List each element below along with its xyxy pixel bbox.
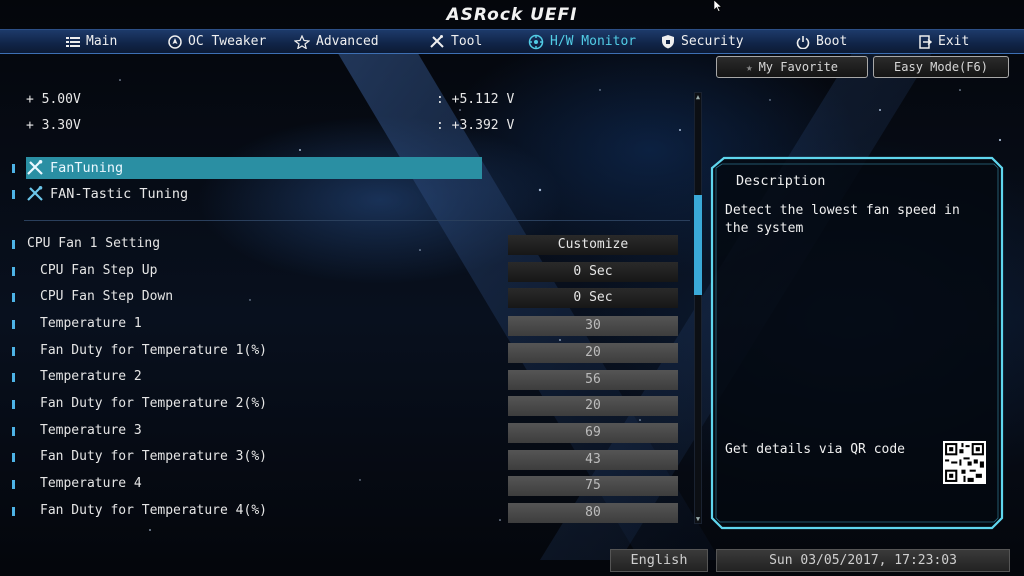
row-marker (12, 480, 15, 489)
section-divider (24, 220, 690, 221)
fan-duty-temp-3-label: Fan Duty for Temperature 3(%) (40, 449, 267, 464)
tab-tool[interactable]: Tool (429, 30, 482, 53)
temperature-2-value[interactable]: 56 (508, 370, 678, 390)
voltage-3v3-label: + 3.30V (26, 118, 81, 133)
fan-duty-temp-2-value[interactable]: 20 (508, 396, 678, 416)
tools-icon (430, 34, 444, 48)
temperature-4-label: Temperature 4 (40, 476, 142, 491)
power-icon (796, 35, 810, 49)
fan-duty-temp-3-value[interactable]: 43 (508, 450, 678, 470)
list-icon (66, 36, 80, 47)
tab-main-label: Main (86, 34, 118, 49)
my-favorite-label: My Favorite (758, 60, 839, 74)
scrollbar-thumb[interactable] (694, 195, 702, 295)
tab-security-label: Security (681, 34, 744, 49)
row-marker (12, 320, 15, 329)
tools-icon (27, 160, 43, 175)
voltage-5v-label: + 5.00V (26, 92, 81, 107)
cpu-fan1-setting-value[interactable]: Customize (508, 235, 678, 255)
temperature-2-label: Temperature 2 (40, 369, 142, 384)
row-marker (12, 164, 15, 173)
tab-hw-monitor[interactable]: H/W Monitor (528, 30, 636, 53)
cpu-fan1-setting-label: CPU Fan 1 Setting (27, 236, 161, 251)
tab-security[interactable]: Security (661, 30, 744, 53)
row-marker (12, 347, 15, 356)
temperature-3-label: Temperature 3 (40, 423, 142, 438)
star-icon: ★ (745, 60, 753, 74)
brand-logo: ASRock UEFI (446, 5, 578, 25)
description-panel: Description Detect the lowest fan speed … (710, 156, 1005, 530)
qr-hint-text: Get details via QR code (725, 442, 906, 457)
tab-advanced-label: Advanced (316, 34, 379, 49)
qr-code-icon (943, 441, 986, 484)
cpu-fan-step-down-value[interactable]: 0 Sec (508, 288, 678, 308)
row-marker (12, 507, 15, 516)
row-marker (12, 400, 15, 409)
fantuning-item[interactable]: FanTuning (26, 157, 482, 179)
easy-mode-button[interactable]: Easy Mode(F6) (873, 56, 1009, 78)
tab-oc-tweaker[interactable]: OC Tweaker (168, 30, 266, 53)
fan-duty-temp-1-value[interactable]: 20 (508, 343, 678, 363)
tab-hw-monitor-label: H/W Monitor (550, 34, 637, 49)
fan-tastic-tuning-item[interactable]: FAN-Tastic Tuning (26, 183, 482, 205)
fan-duty-temp-4-value[interactable]: 80 (508, 503, 678, 523)
fan-duty-temp-2-label: Fan Duty for Temperature 2(%) (40, 396, 267, 411)
description-text: Detect the lowest fan speed in the syste… (725, 203, 960, 236)
exit-icon (919, 34, 932, 49)
tab-oc-tweaker-label: OC Tweaker (188, 34, 267, 49)
date-time-display: Sun 03/05/2017, 17:23:03 (716, 549, 1010, 572)
temperature-1-value[interactable]: 30 (508, 316, 678, 336)
row-marker (12, 267, 15, 276)
tab-exit[interactable]: Exit (918, 30, 969, 53)
tab-boot[interactable]: Boot (796, 30, 847, 53)
temperature-1-label: Temperature 1 (40, 316, 142, 331)
fan-duty-temp-4-label: Fan Duty for Temperature 4(%) (40, 503, 267, 518)
rocket-icon (168, 34, 182, 49)
easy-mode-label: Easy Mode(F6) (894, 60, 988, 74)
my-favorite-button[interactable]: ★ My Favorite (716, 56, 868, 78)
scroll-down-icon[interactable]: ▼ (694, 515, 702, 523)
monitor-icon (528, 34, 544, 49)
shield-icon (662, 35, 674, 49)
fan-duty-temp-1-label: Fan Duty for Temperature 1(%) (40, 343, 267, 358)
cpu-fan-step-up-value[interactable]: 0 Sec (508, 262, 678, 282)
tab-tool-label: Tool (451, 34, 483, 49)
tab-advanced[interactable]: Advanced (294, 30, 379, 53)
row-marker (12, 240, 15, 249)
row-marker (12, 293, 15, 302)
tools-icon (27, 186, 43, 201)
row-marker (12, 190, 15, 199)
scroll-up-icon[interactable]: ▲ (694, 93, 702, 101)
tab-boot-label: Boot (816, 34, 848, 49)
mouse-cursor-icon (714, 0, 722, 12)
temperature-3-value[interactable]: 69 (508, 423, 678, 443)
language-selector[interactable]: English (610, 549, 708, 572)
row-marker (12, 373, 15, 382)
description-title: Description (736, 173, 826, 189)
cpu-fan-step-up-label: CPU Fan Step Up (40, 263, 158, 278)
cpu-fan-step-down-label: CPU Fan Step Down (40, 289, 174, 304)
temperature-4-value[interactable]: 75 (508, 476, 678, 496)
voltage-3v3-value: : +3.392 V (436, 118, 515, 133)
tab-main[interactable]: Main (66, 30, 117, 53)
fan-tastic-tuning-label: FAN-Tastic Tuning (50, 186, 189, 202)
tab-exit-label: Exit (938, 34, 970, 49)
fantuning-label: FanTuning (50, 160, 124, 176)
main-nav-bar: Main OC Tweaker Advanced Tool H/W Monito… (0, 29, 1024, 54)
row-marker (12, 427, 15, 436)
star-icon (294, 34, 310, 49)
row-marker (12, 453, 15, 462)
voltage-5v-value: : +5.112 V (436, 92, 515, 107)
scrollbar-track[interactable] (694, 92, 702, 524)
